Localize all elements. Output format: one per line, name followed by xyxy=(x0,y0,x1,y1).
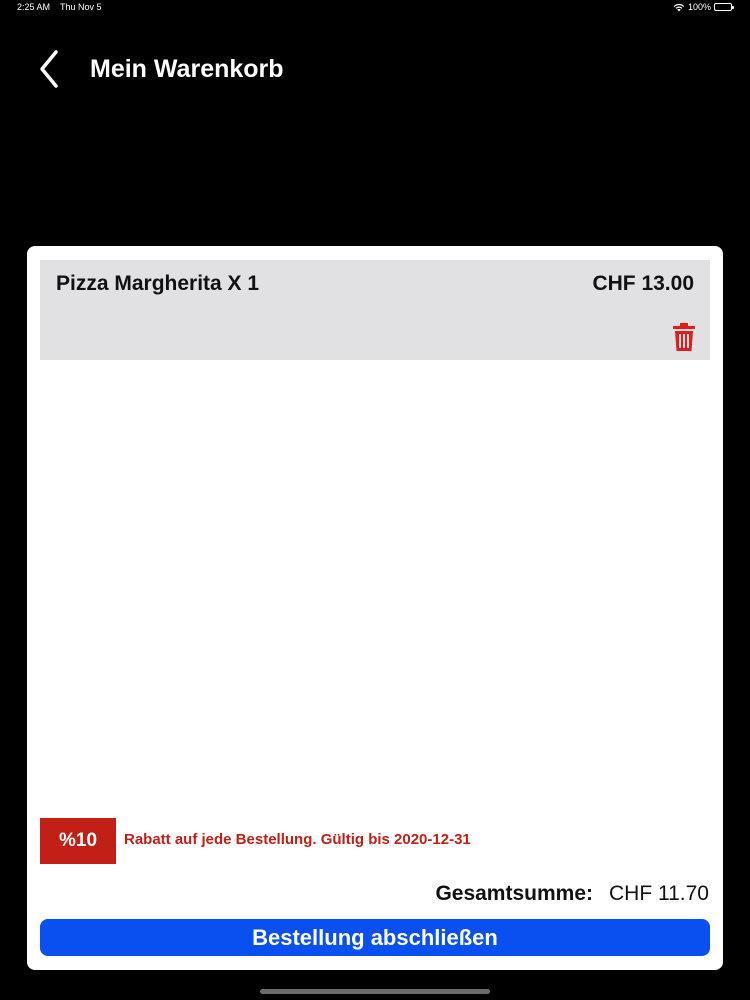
home-indicator[interactable] xyxy=(260,989,490,994)
cart-card: Pizza Margherita X 1 CHF 13.00 %10 Rabat… xyxy=(27,246,723,970)
cart-item: Pizza Margherita X 1 CHF 13.00 xyxy=(40,260,710,360)
battery-icon xyxy=(714,3,734,11)
battery-percent: 100% xyxy=(687,2,711,12)
delete-item-button[interactable] xyxy=(670,322,698,352)
status-time: 2:25 AM xyxy=(17,2,51,12)
discount-badge: %10 xyxy=(40,818,116,864)
wifi-icon xyxy=(673,3,685,12)
discount-row: %10 Rabatt auf jede Bestellung. Gültig b… xyxy=(40,818,710,864)
total-label: Gesamtsumme: xyxy=(435,882,593,905)
item-price: CHF 13.00 xyxy=(592,272,694,295)
item-name: Pizza Margherita X 1 xyxy=(56,272,260,295)
total-value: CHF 11.70 xyxy=(609,882,709,905)
back-button[interactable] xyxy=(34,48,66,90)
status-bar: 2:25 AM Thu Nov 5 100% xyxy=(0,0,750,16)
status-date: Thu Nov 5 xyxy=(60,2,102,12)
status-indicators: 100% xyxy=(673,2,734,12)
nav-bar: Mein Warenkorb xyxy=(0,44,750,94)
chevron-left-icon xyxy=(40,50,58,88)
checkout-button[interactable]: Bestellung abschließen xyxy=(40,919,710,956)
total-row: Gesamtsumme: CHF 11.70 xyxy=(435,882,709,906)
page-title: Mein Warenkorb xyxy=(90,55,284,83)
discount-text: Rabatt auf jede Bestellung. Gültig bis 2… xyxy=(124,831,471,848)
trash-icon xyxy=(673,323,695,351)
